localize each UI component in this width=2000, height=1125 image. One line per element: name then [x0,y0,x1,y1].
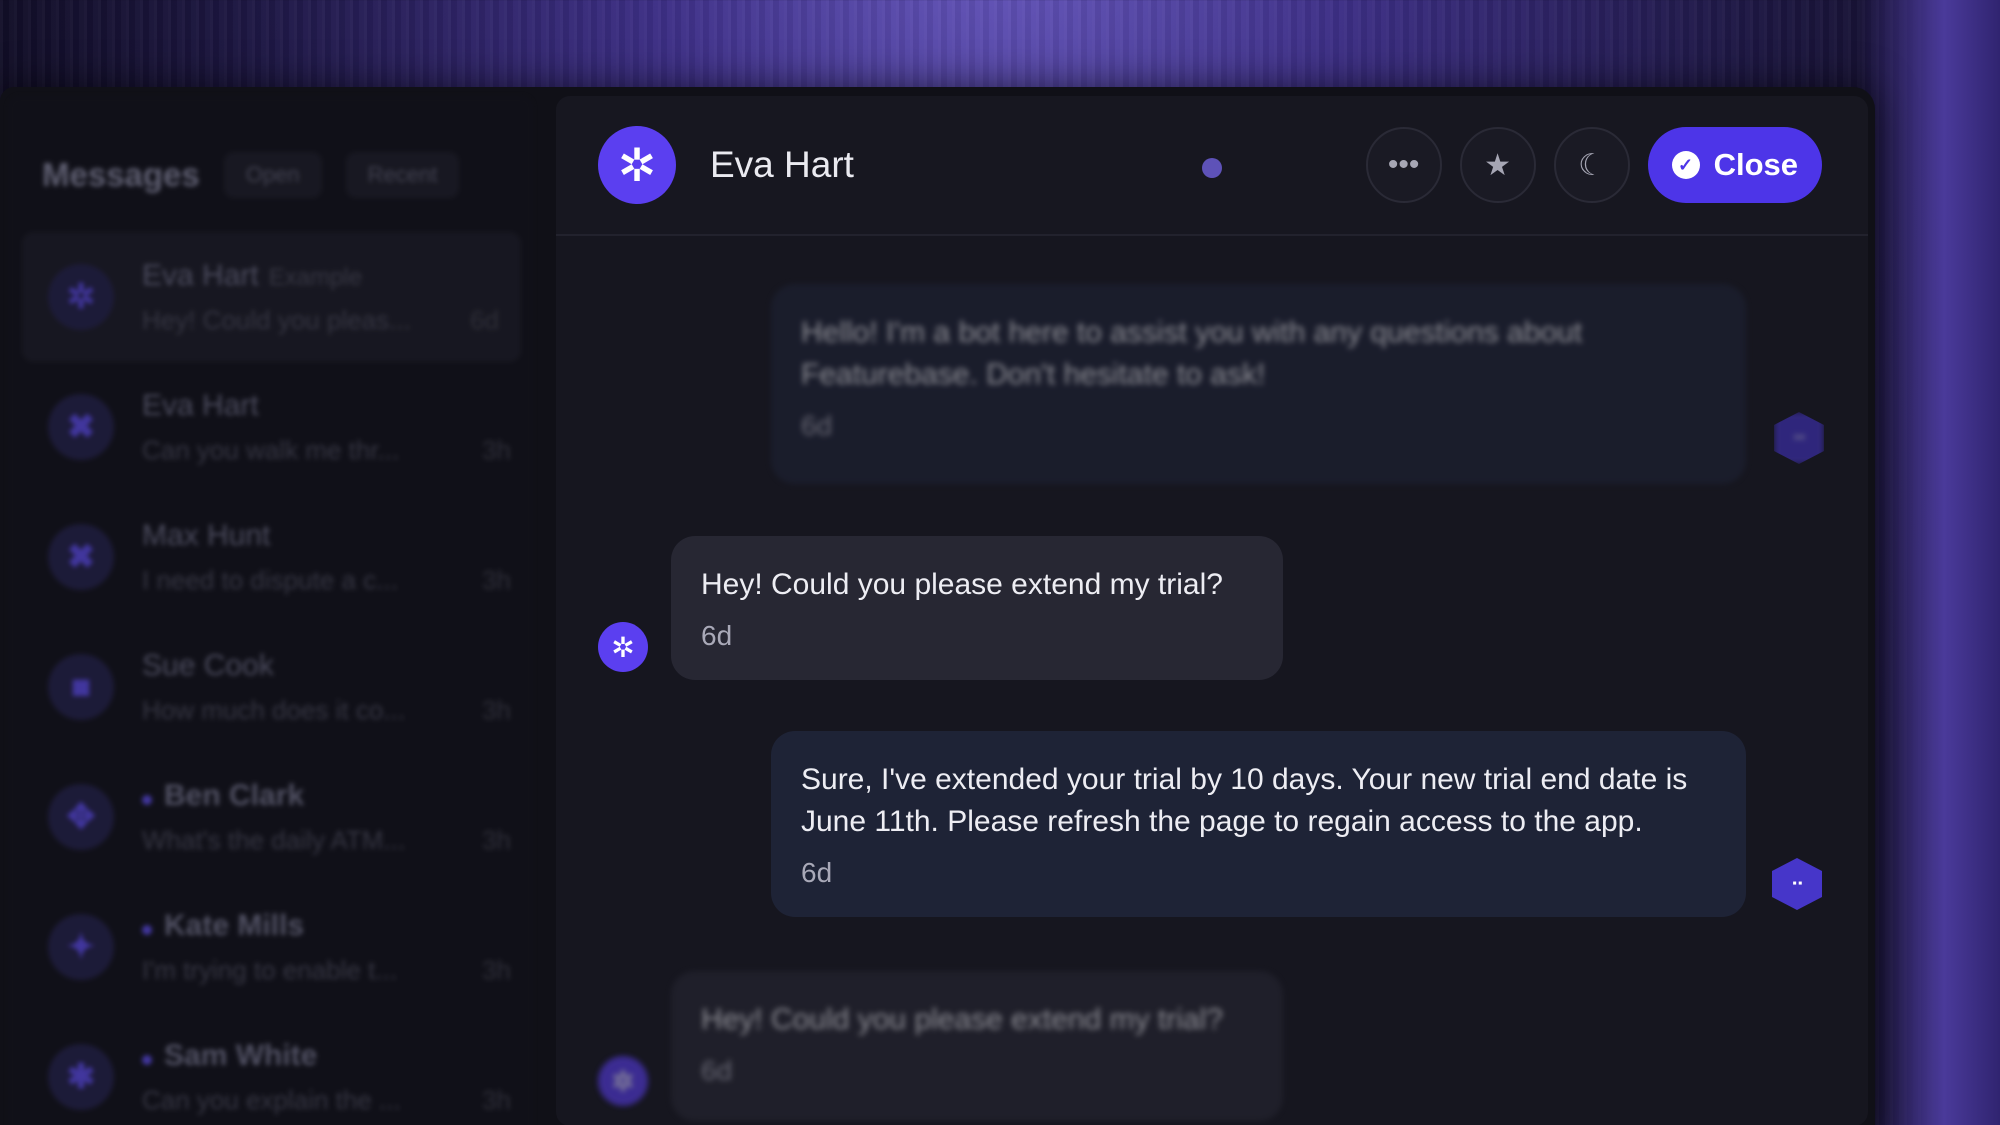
message-time: 6d [801,857,833,888]
chat-header: ✲ Eva Hart ••• ★ ☾ ✓ Close [556,96,1868,236]
close-button[interactable]: ✓ Close [1647,127,1822,203]
message-text: Sure, I've extended your trial by 10 day… [801,763,1688,838]
message-text: Hey! Could you please extend my trial? [701,568,1223,601]
gear-icon: ✲ [598,126,676,204]
message-time: 6d [701,620,733,651]
conversation-preview: I need to dispute a c... [142,564,398,595]
message-text: Hello! I'm a bot here to assist you with… [801,316,1583,391]
conversation-time: 3h [482,1084,511,1115]
conversation-item[interactable]: ✥ Ben Clark What's the daily ATM... 3h [8,752,533,882]
check-circle-icon: ✓ [1671,151,1700,179]
background-glow [1860,0,2000,1125]
conversation-time: 3h [482,694,511,725]
unread-dot [142,795,152,806]
conversation-item[interactable]: ✖ Max Hunt I need to dispute a c... 3h [8,492,533,622]
message-bubble-user: Hey! Could you please extend my trial? 6… [671,536,1283,680]
conversation-preview: Can you walk me thr... [142,434,400,465]
conversation-item[interactable]: ✲ Eva Hart Example Hey! Could you pleas..… [22,232,521,362]
filter-recent[interactable]: Recent [345,152,460,198]
conversation-list: ✲ Eva Hart Example Hey! Could you pleas..… [8,232,533,1125]
conversation-preview: I'm trying to enable t... [142,954,397,985]
bot-avatar-icon: ᐧᐧ [1774,412,1824,464]
message-bubble-agent: Hello! I'm a bot here to assist you with… [771,284,1746,484]
conversation-tag: Example [268,263,363,291]
conversation-item[interactable]: ✱ Sam White Can you explain the ... 3h [8,1012,533,1125]
conversation-name: Ben Clark [164,778,305,812]
conversation-name: Sue Cook [142,648,274,682]
message-text: Hey! Could you please extend my trial? [701,1003,1223,1036]
x-shape-icon: ✖ [48,524,114,590]
gear-icon: ✲ [598,622,648,672]
unread-dot [142,1055,152,1066]
conversation-time: 3h [482,564,511,595]
sidebar-header: Messages Open Recent [8,96,533,198]
filter-open[interactable]: Open [223,152,322,198]
conversation-item[interactable]: ✖ Eva Hart Can you walk me thr... 3h [8,362,533,492]
conversation-item[interactable]: ✦ Kate Mills I'm trying to enable t... 3h [8,882,533,1012]
unread-dot [142,925,152,936]
message-time: 6d [801,410,833,441]
chat-panel: ✲ Eva Hart ••• ★ ☾ ✓ Close Hello! I'm a … [556,96,1868,1125]
conversation-preview: How much does it co... [142,694,405,725]
conversation-preview: Hey! Could you pleas... [142,304,411,335]
contact-name: Eva Hart [710,144,854,185]
conversation-preview: Can you explain the ... [142,1084,401,1115]
conversation-sidebar: Messages Open Recent ✲ Eva Hart Example H… [8,96,533,1125]
sidebar-title: Messages [42,156,200,193]
conversation-time: 6d [470,304,499,335]
bot-avatar-icon: ᐧᐧ [1772,858,1822,910]
moon-icon[interactable]: ☾ [1553,127,1630,203]
message-time: 6d [701,1055,733,1086]
sparkle-icon: ✦ [48,914,114,980]
conversation-time: 3h [482,434,511,465]
more-icon[interactable]: ••• [1365,127,1442,203]
gear-icon: ✲ [598,1056,648,1106]
conversation-preview: What's the daily ATM... [142,824,406,855]
conversation-item[interactable]: ■ Sue Cook How much does it co... 3h [8,622,533,752]
star-icon: ✱ [48,1044,114,1110]
message-bubble-agent: Sure, I've extended your trial by 10 day… [771,731,1746,917]
conversation-name: Eva Hart [142,388,259,422]
square-icon: ■ [48,654,114,720]
conversation-time: 3h [482,824,511,855]
conversation-name: Max Hunt [142,518,271,552]
conversation-name: Eva Hart [142,258,259,292]
status-dot [1202,158,1222,178]
message-bubble-user: Hey! Could you please extend my trial? 6… [671,971,1283,1121]
gear-icon: ✲ [48,264,114,330]
x-shape-icon: ✖ [48,394,114,460]
conversation-name: Kate Mills [164,908,305,942]
conversation-name: Sam White [164,1038,318,1072]
close-label: Close [1713,147,1798,182]
move-icon: ✥ [48,784,114,850]
star-icon[interactable]: ★ [1459,127,1536,203]
conversation-time: 3h [482,954,511,985]
